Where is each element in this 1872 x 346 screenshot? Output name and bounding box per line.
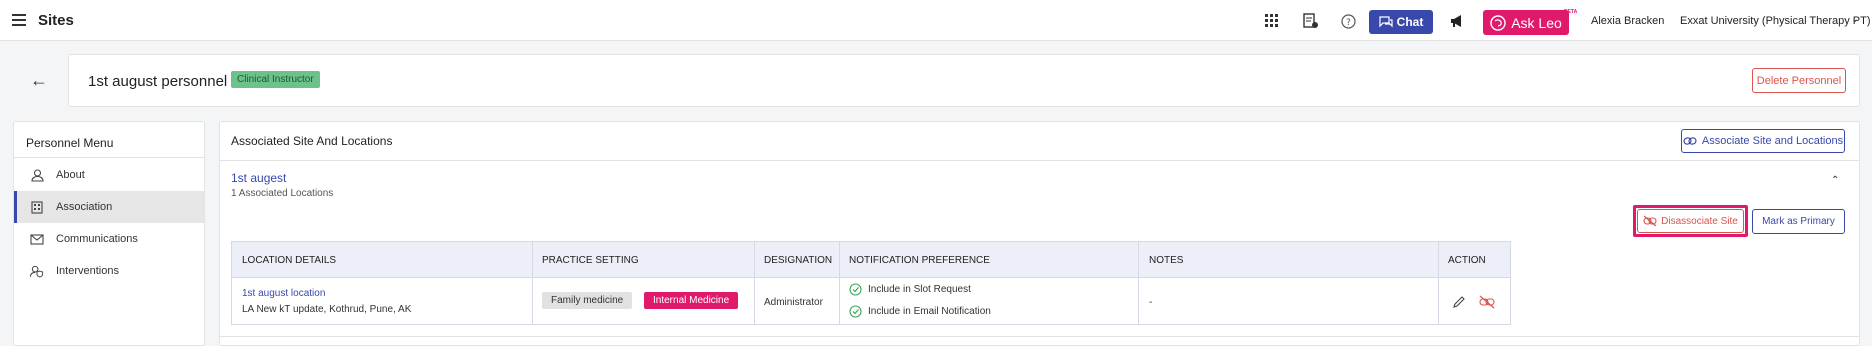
personnel-header xyxy=(68,54,1860,107)
person-shield-icon xyxy=(30,264,44,278)
chevron-down-icon[interactable]: ⌄ xyxy=(1851,14,1859,25)
unlink-icon[interactable] xyxy=(1479,294,1495,310)
column-header: LOCATION DETAILS xyxy=(242,255,337,266)
mark-as-primary-button[interactable]: Mark as Primary xyxy=(1752,209,1845,234)
notification-item: Include in Email Notification xyxy=(849,305,991,318)
help-icon[interactable]: ? xyxy=(1339,12,1357,30)
svg-text:?: ? xyxy=(1346,18,1351,28)
notification-item: Include in Slot Request xyxy=(849,283,971,296)
ask-leo-label: Ask Leo xyxy=(1511,14,1562,31)
chat-button[interactable]: Chat xyxy=(1369,10,1433,34)
role-badge: Clinical Instructor xyxy=(231,71,320,88)
location-name-link[interactable]: 1st august location xyxy=(242,288,325,299)
practice-setting-chip: Internal Medicine xyxy=(644,292,739,309)
menu-item-label: Communications xyxy=(56,233,138,245)
menu-item-about[interactable]: About xyxy=(14,159,204,191)
column-divider xyxy=(1138,242,1139,324)
menu-item-label: About xyxy=(56,169,85,181)
notes-value: - xyxy=(1149,297,1153,308)
column-header: PRACTICE SETTING xyxy=(542,255,639,266)
column-header: DESIGNATION xyxy=(764,255,833,266)
column-header: NOTES xyxy=(1149,255,1184,266)
ask-leo-button[interactable]: Ask Leo xyxy=(1483,10,1569,35)
leo-logo-icon xyxy=(1490,14,1506,31)
divider xyxy=(220,160,1859,161)
building-icon xyxy=(30,200,44,214)
report-icon[interactable] xyxy=(1301,12,1319,30)
hamburger-menu-icon[interactable] xyxy=(12,14,26,26)
column-divider xyxy=(754,242,755,324)
locations-count: 1 Associated Locations xyxy=(231,188,334,199)
associate-site-label: Associate Site and Locations xyxy=(1701,135,1844,147)
notification-label: Include in Slot Request xyxy=(868,284,971,295)
divider xyxy=(220,336,1859,337)
site-name-link[interactable]: 1st augest xyxy=(231,171,286,185)
location-address: LA New kT update, Kothrud, Pune, AK xyxy=(242,304,412,315)
designation-value: Administrator xyxy=(764,297,823,308)
disassociate-site-label: Disassociate Site xyxy=(1661,215,1738,227)
column-divider xyxy=(532,242,533,324)
column-divider xyxy=(839,242,840,324)
chevron-up-icon[interactable]: ⌃ xyxy=(1831,175,1839,186)
section-title: Associated Site And Locations xyxy=(231,134,393,148)
notification-label: Include in Email Notification xyxy=(868,306,991,317)
menu-title: Personnel Menu xyxy=(26,136,114,150)
person-icon xyxy=(30,168,44,182)
user-name[interactable]: Alexia Bracken xyxy=(1591,15,1664,27)
organization-selector[interactable]: Exxat University (Physical Therapy PT) xyxy=(1680,15,1871,27)
column-divider xyxy=(1438,242,1439,324)
check-circle-icon xyxy=(849,305,862,318)
associate-site-button[interactable]: Associate Site and Locations xyxy=(1681,129,1845,153)
chat-label: Chat xyxy=(1396,15,1424,29)
personnel-name: 1st august personnel xyxy=(88,73,228,90)
menu-item-association[interactable]: Association xyxy=(14,191,204,223)
menu-item-label: Association xyxy=(56,201,113,213)
column-header: ACTION xyxy=(1448,255,1486,266)
grid-icon[interactable] xyxy=(1263,12,1281,30)
menu-item-interventions[interactable]: Interventions xyxy=(14,255,204,287)
link-icon xyxy=(1683,137,1697,145)
menu-item-label: Interventions xyxy=(56,265,119,277)
back-arrow-icon[interactable]: ← xyxy=(30,70,50,90)
chat-bubble-icon xyxy=(1379,16,1393,28)
beta-badge: BETA xyxy=(1564,9,1578,15)
edit-pencil-icon[interactable] xyxy=(1451,294,1467,310)
practice-setting-chip: Family medicine xyxy=(542,292,633,309)
divider xyxy=(14,157,204,158)
unlink-icon xyxy=(1643,215,1657,227)
delete-personnel-button[interactable]: Delete Personnel xyxy=(1752,68,1846,93)
app-title: Sites xyxy=(38,12,74,29)
menu-item-communications[interactable]: Communications xyxy=(14,223,204,255)
column-header: NOTIFICATION PREFERENCE xyxy=(849,255,990,266)
megaphone-icon[interactable] xyxy=(1448,12,1466,30)
disassociate-site-button[interactable]: Disassociate Site xyxy=(1637,209,1744,233)
check-circle-icon xyxy=(849,283,862,296)
mail-icon xyxy=(30,232,44,246)
